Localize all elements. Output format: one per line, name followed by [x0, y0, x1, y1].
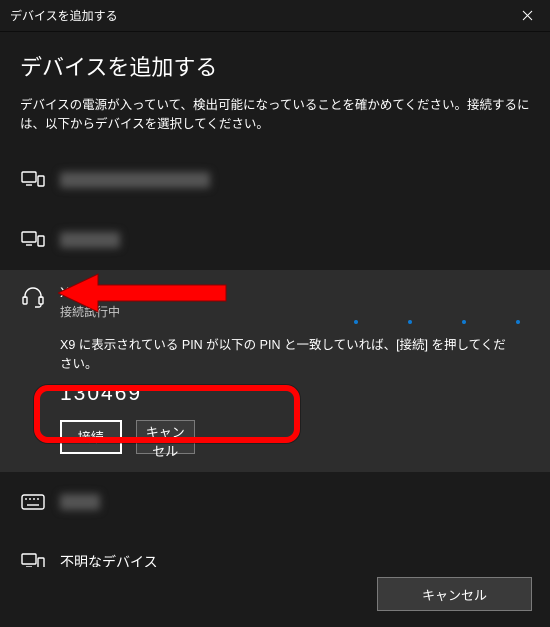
device-item[interactable]	[0, 472, 550, 532]
content-area: デバイスを追加する デバイスの電源が入っていて、検出可能になっていることを確かめ…	[0, 32, 550, 567]
pin-code: 130469	[60, 382, 142, 406]
header: デバイスを追加する デバイスの電源が入っていて、検出可能になっていることを確かめ…	[0, 32, 550, 140]
pair-cancel-button[interactable]: キャンセル	[136, 420, 196, 454]
display-icon	[20, 227, 46, 253]
titlebar-title: デバイスを追加する	[10, 7, 118, 24]
pin-instruction: X9 に表示されている PIN が以下の PIN と一致していれば、[接続] を…	[60, 334, 510, 372]
progress-dots	[354, 320, 520, 324]
device-label-redacted	[60, 494, 100, 510]
footer: キャンセル	[0, 567, 550, 627]
instruction-text: デバイスの電源が入っていて、検出可能になっていることを確かめてください。接続する…	[20, 96, 530, 134]
headset-icon	[20, 284, 46, 310]
page-title: デバイスを追加する	[20, 50, 530, 82]
display-icon	[20, 167, 46, 193]
add-device-dialog: デバイスを追加する デバイスを追加する デバイスの電源が入っていて、検出可能にな…	[0, 0, 550, 627]
device-status: 接続試行中	[60, 303, 120, 320]
device-item[interactable]	[0, 150, 550, 210]
cancel-button[interactable]: キャンセル	[377, 577, 532, 611]
device-label-redacted	[60, 172, 210, 188]
device-label-redacted	[60, 232, 120, 248]
keyboard-icon	[20, 489, 46, 515]
device-name: X9	[60, 284, 120, 300]
close-button[interactable]	[504, 0, 550, 32]
device-item[interactable]	[0, 210, 550, 270]
titlebar: デバイスを追加する	[0, 0, 550, 32]
connect-button[interactable]: 接続	[60, 420, 122, 454]
close-icon	[522, 10, 533, 21]
device-list: X9 接続試行中 X9 に表示されている PIN が以下の PIN と一致してい…	[0, 150, 550, 568]
display-icon	[20, 549, 46, 568]
device-item-selected[interactable]: X9 接続試行中 X9 に表示されている PIN が以下の PIN と一致してい…	[0, 270, 550, 472]
device-name: 不明なデバイス	[60, 552, 158, 568]
device-item[interactable]: 不明なデバイス	[0, 532, 550, 568]
